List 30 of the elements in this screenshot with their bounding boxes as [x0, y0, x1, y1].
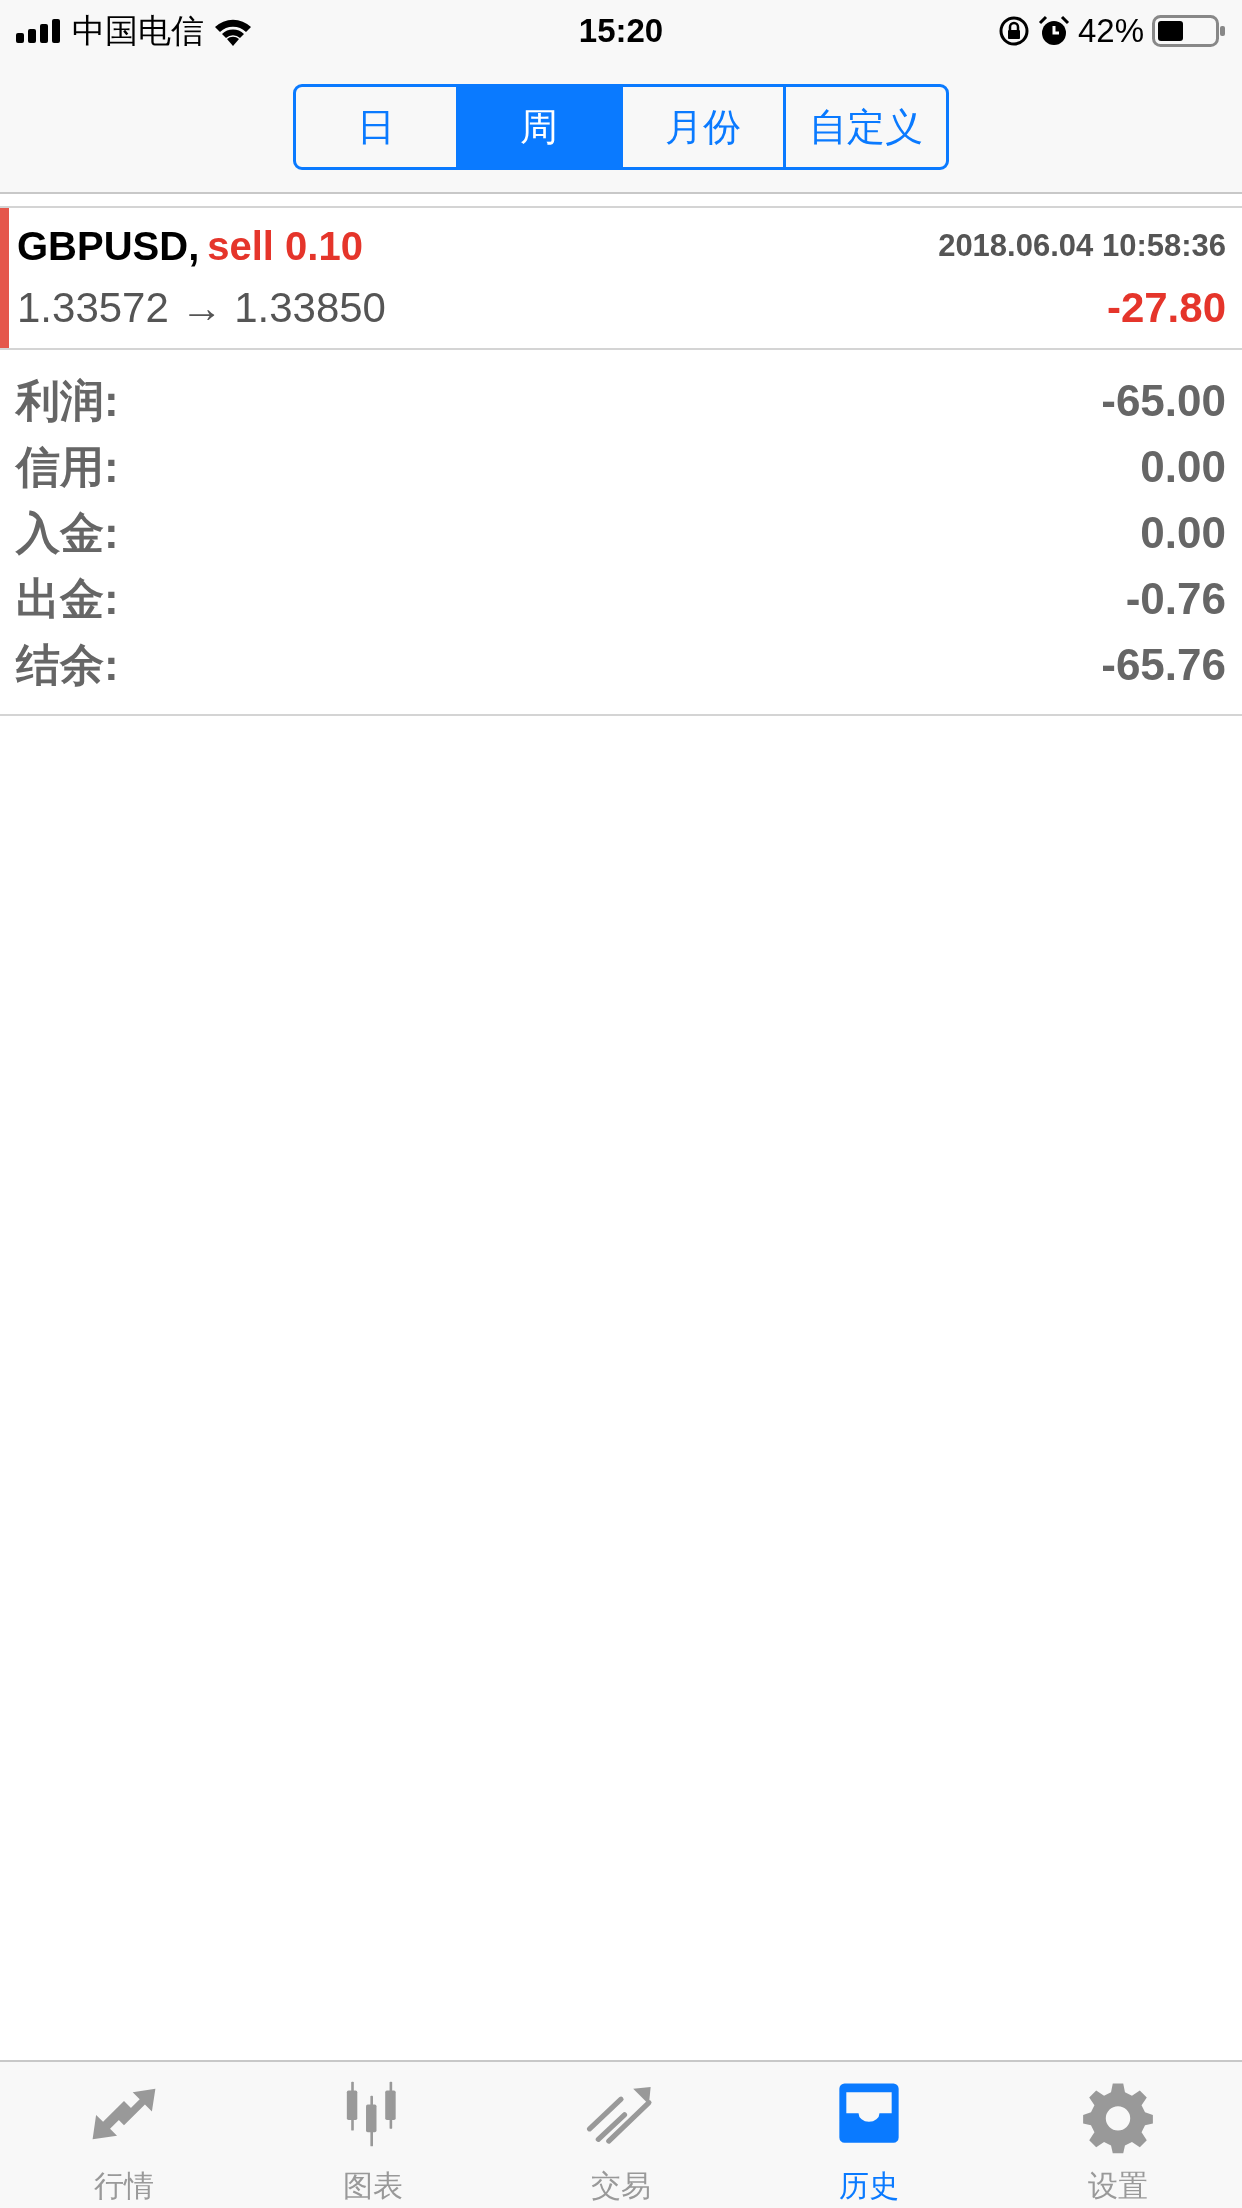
deal-profit: -27.80	[1106, 282, 1226, 333]
summary-value: 0.00	[1140, 441, 1226, 493]
deal-time: 2018.06.04 10:58:36	[938, 226, 1226, 265]
price-range: 1.33572 → 1.33850	[17, 282, 386, 333]
period-tab[interactable]: 月份	[619, 87, 783, 167]
summary-value: -0.76	[1125, 573, 1226, 625]
summary-value: 0.00	[1140, 507, 1226, 559]
rotation-lock-icon	[997, 15, 1030, 47]
summary-label: 出金:	[16, 573, 119, 625]
tab-bar-item[interactable]: 设置	[993, 2062, 1242, 2208]
summary-value: -65.00	[1101, 375, 1226, 427]
summary-label: 利润:	[16, 375, 119, 427]
battery-percent: 42%	[1077, 11, 1144, 52]
period-tab[interactable]: 周	[456, 87, 620, 167]
tab-bar-item[interactable]: 交易	[496, 2062, 746, 2208]
summary-label: 结余:	[16, 639, 119, 691]
tab-bar-item[interactable]: 行情	[0, 2062, 249, 2208]
period-tab[interactable]: 自定义	[782, 87, 946, 167]
summary-value: -65.76	[1101, 639, 1226, 691]
status-time: 15:20	[578, 11, 664, 52]
period-tab[interactable]: 日	[296, 87, 457, 167]
battery-icon	[1152, 15, 1226, 47]
trade-side: sell 0.10	[207, 223, 363, 270]
alarm-icon	[1037, 15, 1070, 47]
symbol: GBPUSD,	[17, 223, 200, 270]
tab-bar-item[interactable]: 图表	[248, 2062, 497, 2208]
tab-bar-item[interactable]: 历史	[745, 2062, 994, 2208]
carrier-name: 中国电信	[72, 11, 204, 52]
summary-label: 入金:	[16, 507, 119, 559]
summary-label: 信用:	[16, 441, 119, 493]
